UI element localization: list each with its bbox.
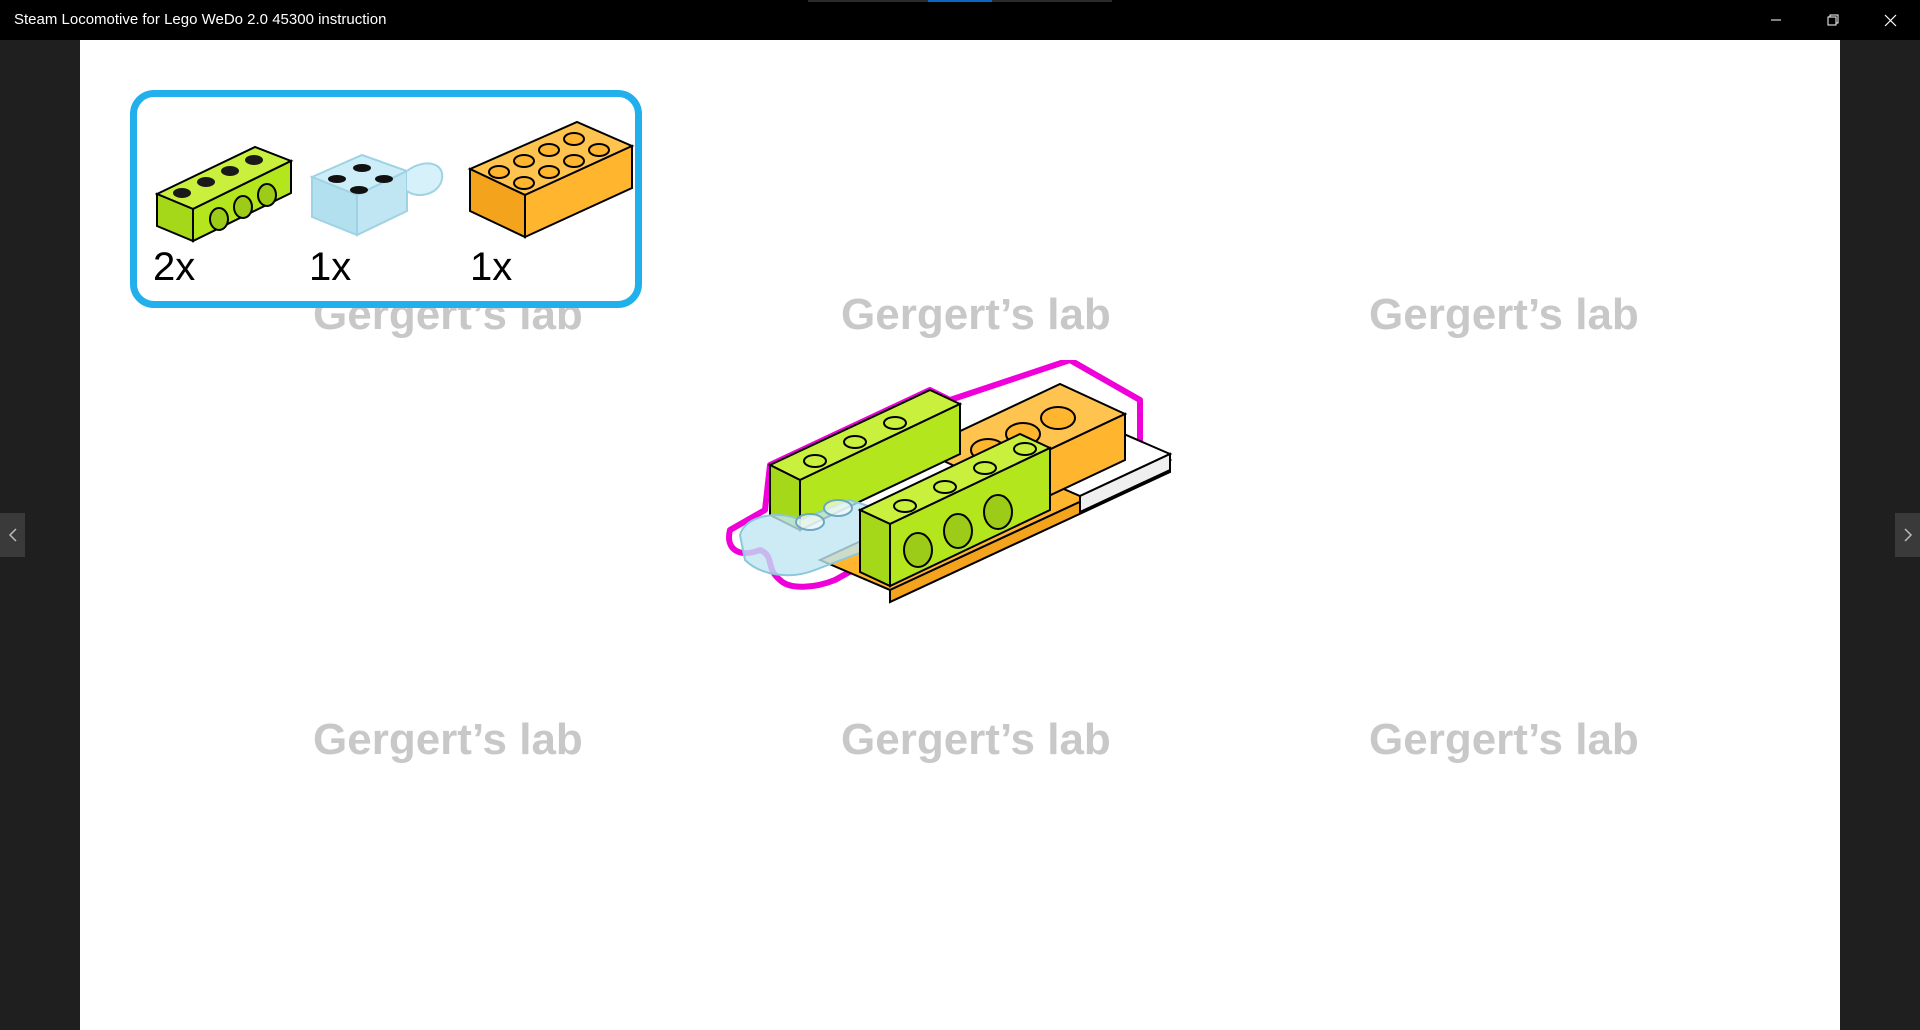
minimize-button[interactable] bbox=[1748, 0, 1804, 40]
close-icon bbox=[1884, 14, 1896, 26]
watermark: Gergert’s lab bbox=[1369, 290, 1639, 339]
top-indicator bbox=[808, 0, 1112, 2]
lime-technic-brick-image bbox=[155, 145, 294, 243]
instruction-page: Gergert’s lab Gergert’s lab Gergert’s la… bbox=[80, 40, 1840, 1030]
watermark: Gergert’s lab bbox=[841, 290, 1111, 339]
restore-button[interactable] bbox=[1805, 0, 1861, 40]
top-indicator-segment bbox=[928, 0, 992, 2]
part-quantity: 2x bbox=[153, 245, 196, 289]
assembly-step-image bbox=[726, 360, 1173, 604]
orange-brick-image bbox=[467, 120, 635, 239]
title-bar: Steam Locomotive for Lego WeDo 2.0 45300… bbox=[0, 0, 1920, 40]
document-viewer: Gergert’s lab Gergert’s lab Gergert’s la… bbox=[0, 40, 1920, 1030]
restore-icon bbox=[1827, 14, 1839, 26]
watermark: Gergert’s lab bbox=[1369, 715, 1639, 764]
chevron-left-icon bbox=[8, 528, 17, 542]
next-page-button[interactable] bbox=[1895, 513, 1920, 557]
chevron-right-icon bbox=[1903, 528, 1912, 542]
part-quantity: 1x bbox=[309, 245, 352, 289]
trans-blue-clip-plate-image bbox=[309, 153, 444, 237]
previous-page-button[interactable] bbox=[0, 513, 25, 557]
part-quantity: 1x bbox=[470, 245, 513, 289]
window-title: Steam Locomotive for Lego WeDo 2.0 45300… bbox=[14, 11, 387, 28]
parts-list-box: 2x 1x 1x bbox=[130, 90, 642, 308]
minimize-icon bbox=[1771, 19, 1781, 21]
close-button[interactable] bbox=[1862, 0, 1918, 40]
watermark: Gergert’s lab bbox=[841, 715, 1111, 764]
watermark: Gergert’s lab bbox=[313, 715, 583, 764]
